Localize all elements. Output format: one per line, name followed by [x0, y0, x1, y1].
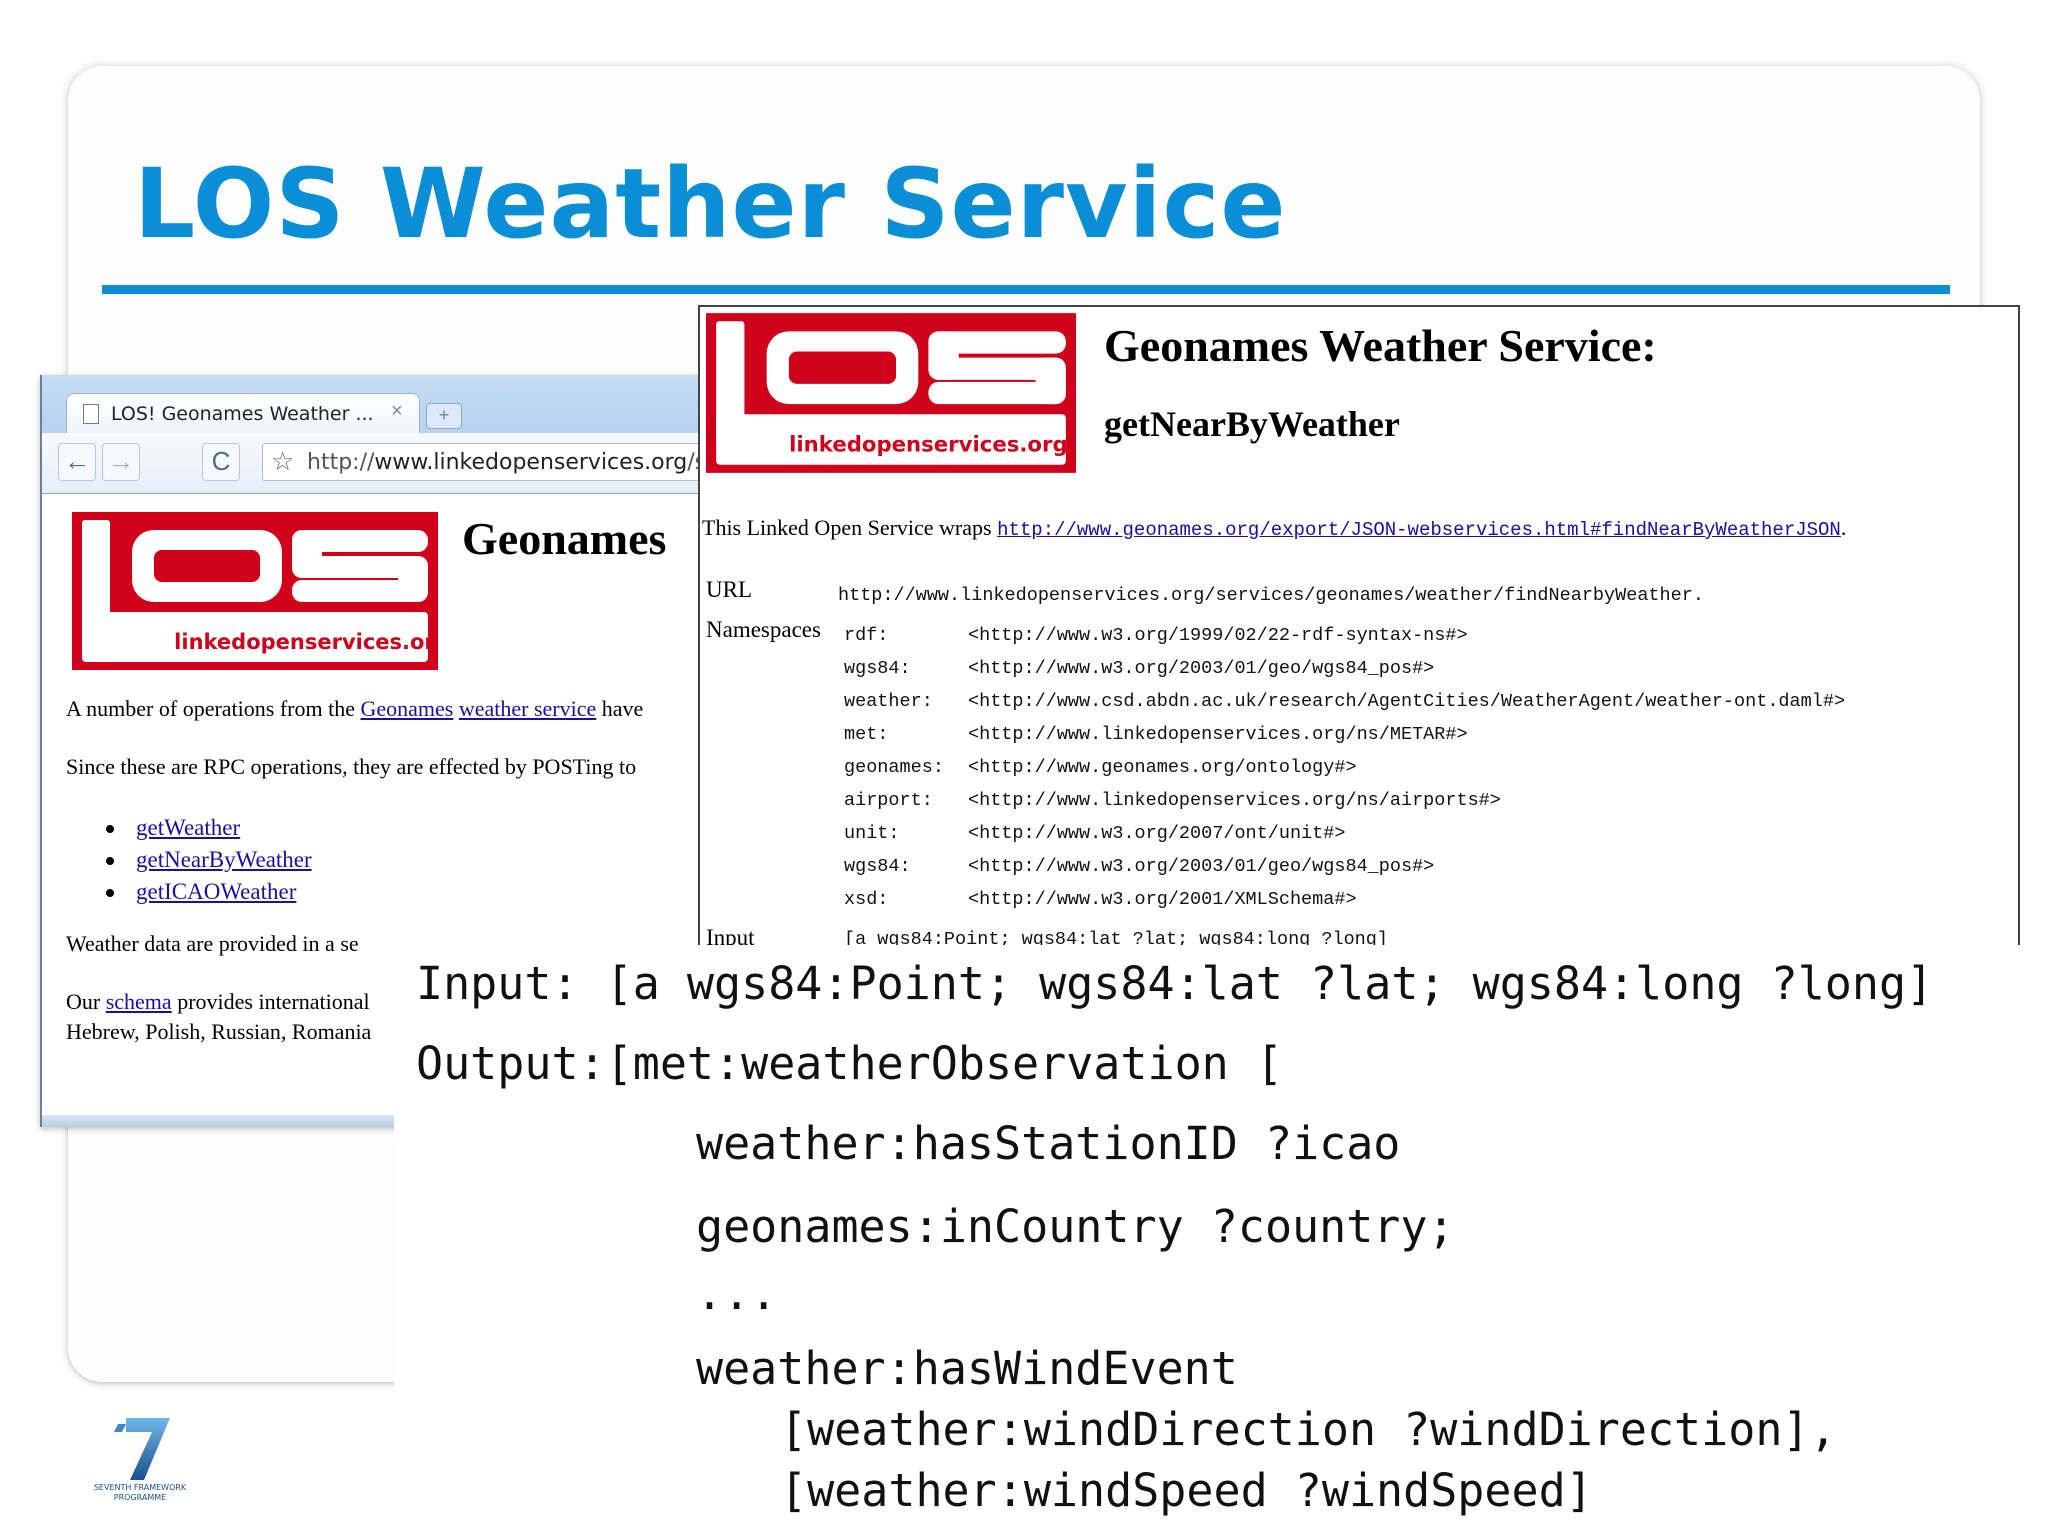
- get-weather-link[interactable]: getWeather: [136, 815, 240, 840]
- tab-title: LOS! Geonames Weather ...: [111, 403, 374, 425]
- doc-subtitle: getNearByWeather: [1104, 404, 1400, 444]
- service-url: http://www.linkedopenservices.org/servic…: [838, 585, 1704, 606]
- operations-list: getWeather getNearByWeather getICAOWeath…: [106, 812, 312, 908]
- ns-prefix: rdf:: [844, 625, 889, 646]
- weather-service-link[interactable]: weather service: [459, 696, 596, 721]
- logo-text: linkedopenservices.org: [174, 630, 438, 654]
- page-icon: [83, 404, 99, 424]
- los-logo: linkedopenservices.org: [706, 313, 1076, 473]
- code-line: geonames:inCountry ?country;: [696, 1200, 1455, 1253]
- wraps-line: This Linked Open Service wraps http://ww…: [702, 515, 1846, 541]
- ns-prefix: unit:: [844, 823, 900, 844]
- get-icao-weather-link[interactable]: getICAOWeather: [136, 879, 296, 904]
- ns-uri: <http://www.w3.org/2007/ont/unit#>: [968, 823, 1346, 844]
- code-block: Input: [a wgs84:Point; wgs84:lat ?lat; w…: [394, 945, 2048, 1536]
- ns-prefix: geonames:: [844, 757, 944, 778]
- data-paragraph: Weather data are provided in a se: [66, 931, 359, 956]
- code-line: [weather:windSpeed ?windSpeed]: [780, 1464, 1593, 1517]
- geonames-link[interactable]: Geonames: [361, 696, 454, 721]
- ns-uri: <http://www.csd.abdn.ac.uk/research/Agen…: [968, 691, 1846, 712]
- close-icon[interactable]: ×: [391, 400, 403, 423]
- fp7-text-2: PROGRAMME: [114, 1493, 166, 1502]
- ns-uri: <http://www.geonames.org/ontology#>: [968, 757, 1357, 778]
- url-label: URL: [706, 577, 752, 602]
- schema-link[interactable]: schema: [106, 989, 172, 1014]
- back-button[interactable]: ←: [58, 443, 96, 481]
- ns-prefix: wgs84:: [844, 658, 911, 679]
- ns-uri: <http://www.linkedopenservices.org/ns/ME…: [968, 724, 1468, 745]
- list-item: getICAOWeather: [106, 876, 312, 908]
- ns-prefix: xsd:: [844, 889, 889, 910]
- rpc-paragraph: Since these are RPC operations, they are…: [66, 754, 637, 779]
- star-icon[interactable]: ☆: [271, 446, 294, 477]
- namespaces-label: Namespaces: [706, 617, 821, 642]
- url-domain: www.linkedopenservices.org: [374, 450, 688, 475]
- wraps-text: This Linked Open Service wraps: [702, 515, 998, 540]
- ns-uri: <http://www.w3.org/1999/02/22-rdf-syntax…: [968, 625, 1468, 646]
- ns-prefix: met:: [844, 724, 889, 745]
- list-item: getWeather: [106, 812, 312, 844]
- fp7-text-1: SEVENTH FRAMEWORK: [94, 1483, 187, 1492]
- code-line-output: Output:[met:weatherObservation [: [416, 1037, 1283, 1090]
- schema-text-end: provides international: [171, 989, 370, 1014]
- ns-prefix: weather:: [844, 691, 933, 712]
- browser-toolbar: ← → C ☆ http://www.linkedopenservices.or…: [42, 433, 714, 493]
- intro-paragraph: A number of operations from the Geonames…: [66, 696, 643, 722]
- url-prefix: http://: [307, 450, 375, 475]
- fp7-logo: SEVENTH FRAMEWORK PROGRAMME: [94, 1418, 187, 1502]
- slide-title: LOS Weather Service: [134, 148, 1287, 260]
- code-line: weather:hasStationID ?icao: [696, 1117, 1401, 1170]
- address-bar[interactable]: ☆ http://www.linkedopenservices.org/serv…: [262, 443, 714, 481]
- page-heading: Geonames: [462, 513, 667, 564]
- reload-button[interactable]: C: [202, 443, 240, 481]
- ns-uri: <http://www.w3.org/2003/01/geo/wgs84_pos…: [968, 856, 1435, 877]
- logo-text: linkedopenservices.org: [789, 433, 1068, 458]
- code-line-input: Input: [a wgs84:Point; wgs84:lat ?lat; w…: [416, 957, 1934, 1010]
- geonames-export-link[interactable]: http://www.geonames.org/export/JSON-webs…: [997, 519, 1841, 541]
- schema-text: Our: [66, 989, 106, 1014]
- ns-uri: <http://www.w3.org/2001/XMLSchema#>: [968, 889, 1357, 910]
- ns-uri: <http://www.w3.org/2003/01/geo/wgs84_pos…: [968, 658, 1435, 679]
- schema-paragraph: Our schema provides international: [66, 989, 370, 1015]
- code-line: [weather:windDirection ?windDirection],: [780, 1403, 1837, 1456]
- service-doc: linkedopenservices.org Geonames Weather …: [698, 305, 2020, 949]
- ns-uri: <http://www.linkedopenservices.org/ns/ai…: [968, 790, 1501, 811]
- wraps-end: .: [1840, 515, 1847, 540]
- get-nearby-weather-link[interactable]: getNearByWeather: [136, 847, 312, 872]
- doc-title: Geonames Weather Service:: [1104, 320, 1657, 371]
- code-line-ellipsis: ...: [696, 1267, 778, 1320]
- intro-text-end: have: [596, 696, 644, 721]
- forward-button[interactable]: →: [102, 443, 140, 481]
- languages-paragraph: Hebrew, Polish, Russian, Romania: [66, 1019, 372, 1044]
- ns-prefix: airport:: [844, 790, 933, 811]
- list-item: getNearByWeather: [106, 844, 312, 876]
- intro-text: A number of operations from the: [66, 696, 361, 721]
- browser-tab[interactable]: LOS! Geonames Weather ... ×: [66, 393, 420, 434]
- new-tab-button[interactable]: +: [426, 403, 462, 429]
- code-line: weather:hasWindEvent: [696, 1342, 1238, 1395]
- los-logo: linkedopenservices.org: [72, 512, 438, 670]
- url-text: http://www.linkedopenservices.org/servic: [307, 450, 714, 475]
- ns-prefix: wgs84:: [844, 856, 911, 877]
- browser-chrome: LOS! Geonames Weather ... × + ← → C ☆ ht…: [42, 375, 714, 494]
- title-rule: [102, 285, 1950, 294]
